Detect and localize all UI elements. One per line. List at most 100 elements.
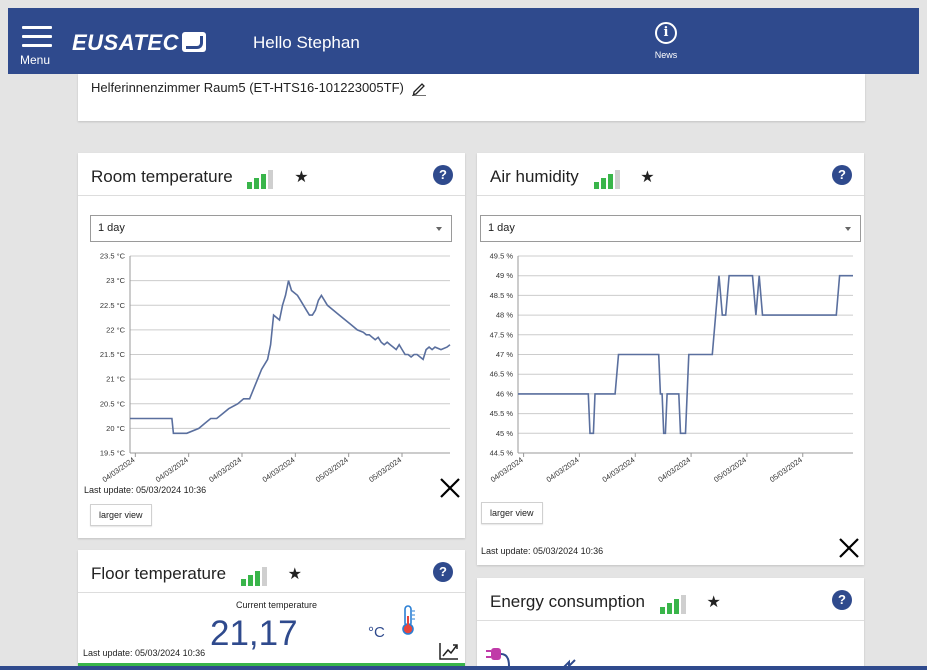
- x-tick-label: 05/03/2024: [367, 455, 403, 484]
- help-icon[interactable]: ?: [433, 165, 453, 185]
- y-tick-label: 23 °C: [106, 276, 125, 285]
- y-tick-label: 45 %: [496, 429, 513, 438]
- y-tick-label: 48 %: [496, 311, 513, 320]
- floor-temperature-card: Floor temperature ★ ? Current temperatur…: [78, 550, 465, 670]
- card-header: Air humidity ★ ?: [477, 153, 864, 196]
- energy-consumption-card: Energy consumption ★ ?: [477, 578, 864, 670]
- trend-chart-icon[interactable]: [438, 641, 460, 661]
- card-title: Room temperature: [91, 167, 233, 186]
- x-tick-label: 04/03/2024: [261, 455, 297, 484]
- y-tick-label: 47 %: [496, 350, 513, 359]
- x-tick-label: 04/03/2024: [207, 455, 243, 484]
- favorite-star-icon[interactable]: ★: [640, 167, 654, 187]
- favorite-star-icon[interactable]: ★: [288, 564, 302, 584]
- card-title: Floor temperature: [91, 564, 227, 583]
- time-range-value: 1 day: [98, 222, 125, 234]
- y-tick-label: 22.5 °C: [100, 301, 126, 310]
- x-tick-label: 05/03/2024: [314, 455, 350, 484]
- current-temperature-label: Current temperature: [236, 600, 318, 610]
- device-name: Helferinnenzimmer Raum5 (ET-HTS16-101223…: [91, 80, 404, 95]
- x-tick-label: 04/03/2024: [600, 455, 636, 484]
- card-title: Air humidity: [490, 167, 579, 186]
- x-tick-label: 04/03/2024: [154, 455, 190, 484]
- current-temperature-panel: Current temperature 21,17 °C Last update…: [78, 594, 465, 670]
- card-title: Energy consumption: [490, 592, 645, 611]
- air-humidity-chart: 44.5 % 45 % 45.5 % 46 % 46.5 % 47 % 47.5 % 48 %…: [489, 252, 853, 484]
- info-icon: i: [655, 22, 677, 44]
- air-humidity-card: Air humidity ★ ? 1 day 44.5 % 45 % 45.5 % 4…: [477, 153, 864, 565]
- card-header: Floor temperature ★ ?: [78, 550, 465, 593]
- y-tick-label: 45.5 %: [490, 409, 514, 418]
- card-title-row: Room temperature ★: [91, 167, 309, 189]
- larger-view-button[interactable]: larger view: [481, 502, 543, 524]
- room-temperature-card: Room temperature ★ ? 1 day 19.5 °C 20 °C 2…: [78, 153, 465, 538]
- greeting: Hello Stephan: [253, 33, 360, 52]
- last-update: Last update: 05/03/2024 10:36: [83, 648, 206, 658]
- card-title-row: Energy consumption ★: [490, 592, 721, 614]
- x-tick-label: 05/03/2024: [712, 455, 748, 484]
- x-tick-label: 04/03/2024: [489, 455, 525, 484]
- hamburger-icon: [22, 26, 52, 29]
- y-tick-label: 20 °C: [106, 424, 125, 433]
- hamburger-icon-line: [22, 35, 52, 38]
- plug-icon: [486, 648, 510, 666]
- menu-button[interactable]: Menu: [20, 18, 54, 68]
- card-header: Room temperature ★ ?: [78, 153, 465, 196]
- favorite-star-icon[interactable]: ★: [706, 592, 720, 612]
- logo-mark-icon: [182, 32, 206, 52]
- y-tick-label: 47.5 %: [490, 330, 514, 339]
- device-name-row: Helferinnenzimmer Raum5 (ET-HTS16-101223…: [91, 80, 427, 96]
- y-tick-label: 20.5 °C: [100, 399, 126, 408]
- card-header: Energy consumption ★ ?: [477, 578, 864, 621]
- card-title-row: Air humidity ★: [490, 167, 655, 189]
- news-button[interactable]: i News: [648, 22, 684, 60]
- help-icon[interactable]: ?: [433, 562, 453, 582]
- y-tick-label: 46.5 %: [490, 370, 514, 379]
- y-tick-label: 21 °C: [106, 375, 125, 384]
- menu-label: Menu: [20, 53, 51, 67]
- current-temperature-value: 21,17: [210, 614, 298, 653]
- series-line: [130, 280, 451, 435]
- signal-strength-icon: [240, 566, 269, 586]
- last-update: Last update: 05/03/2024 10:36: [481, 546, 604, 556]
- last-update: Last update: 05/03/2024 10:36: [84, 485, 207, 495]
- y-tick-label: 49.5 %: [490, 252, 514, 261]
- x-tick-label: 04/03/2024: [545, 455, 581, 484]
- signal-strength-icon: [593, 169, 622, 189]
- help-icon[interactable]: ?: [832, 165, 852, 185]
- y-tick-label: 19.5 °C: [100, 449, 126, 458]
- chevron-down-icon: [436, 227, 442, 231]
- y-tick-label: 23.5 °C: [100, 252, 126, 261]
- logo: EUSATEC: [72, 30, 206, 56]
- room-temperature-chart: 19.5 °C 20 °C 20.5 °C 21 °C 21.5 °C 22 °C 22.5…: [100, 252, 451, 484]
- bottom-border: [0, 666, 927, 670]
- hamburger-icon-line: [22, 44, 52, 47]
- close-icon[interactable]: [839, 538, 859, 558]
- time-range-select[interactable]: 1 day: [480, 215, 861, 242]
- signal-strength-icon: [247, 169, 275, 189]
- edit-pencil-icon[interactable]: [411, 80, 427, 96]
- y-tick-label: 48.5 %: [490, 291, 514, 300]
- x-tick-label: 04/03/2024: [656, 455, 692, 484]
- device-card: Helferinnenzimmer Raum5 (ET-HTS16-101223…: [78, 74, 865, 121]
- close-icon[interactable]: [440, 478, 460, 498]
- y-tick-label: 44.5 %: [490, 449, 514, 458]
- x-tick-label: 05/03/2024: [768, 455, 804, 484]
- news-label: News: [654, 50, 678, 60]
- y-tick-label: 49 %: [496, 271, 513, 280]
- y-tick-label: 46 %: [496, 389, 513, 398]
- help-icon[interactable]: ?: [832, 590, 852, 610]
- y-tick-label: 21.5 °C: [100, 350, 126, 359]
- larger-view-button[interactable]: larger view: [90, 504, 152, 526]
- logo-text: EUSATEC: [72, 30, 179, 55]
- time-range-value: 1 day: [488, 222, 515, 234]
- top-bar: Menu EUSATEC Hello Stephan i News: [8, 8, 919, 74]
- temperature-unit: °C: [368, 624, 385, 641]
- chevron-down-icon: [845, 227, 851, 231]
- card-title-row: Floor temperature ★: [91, 564, 302, 586]
- thermometer-icon: [402, 605, 415, 635]
- y-tick-label: 22 °C: [106, 325, 125, 334]
- x-tick-label: 04/03/2024: [101, 455, 137, 484]
- favorite-star-icon[interactable]: ★: [294, 167, 308, 187]
- time-range-select[interactable]: 1 day: [90, 215, 452, 242]
